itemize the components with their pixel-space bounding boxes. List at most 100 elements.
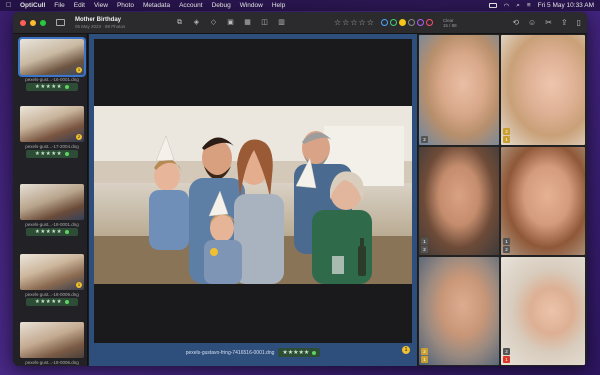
- menu-help[interactable]: Help: [272, 2, 285, 9]
- viewer-filename: pexels-gustavo-fring-7416516-0001.dng: [185, 349, 275, 356]
- zoom-button[interactable]: [40, 19, 46, 26]
- face-badge-secondary: 2: [503, 128, 510, 135]
- face-thumbnail[interactable]: 1 2: [419, 257, 499, 365]
- menu-metadata[interactable]: Metadata: [143, 2, 170, 9]
- viewer-canvas[interactable]: [94, 39, 412, 343]
- star-2-icon[interactable]: ☆: [342, 18, 349, 27]
- menu-view[interactable]: View: [94, 2, 108, 9]
- share-icon[interactable]: ⇪: [561, 18, 568, 27]
- menu-bar:  OptiCull File Edit View Photo Metadata…: [0, 0, 600, 11]
- thumbnail-item[interactable]: pexels-gust...-18-0001.dng ★★★★★: [20, 184, 84, 236]
- thumbnail-filename: pexels-gust...-18-0006.dng: [25, 360, 79, 365]
- thumbnail-image: [20, 184, 84, 220]
- apple-icon[interactable]: : [6, 2, 13, 10]
- minimize-button[interactable]: [30, 19, 36, 26]
- menu-app-name[interactable]: OptiCull: [20, 2, 45, 9]
- toolbar: Mother Birthday 05 May 2023 · 88 Photos …: [13, 12, 587, 34]
- face-thumbnail[interactable]: 2: [419, 35, 499, 145]
- menu-photo[interactable]: Photo: [117, 2, 134, 9]
- face-badge-secondary: 2: [503, 348, 510, 355]
- compare-icon[interactable]: ◫: [260, 19, 269, 27]
- wifi-icon[interactable]: ◠: [504, 2, 510, 10]
- gray-label-icon[interactable]: [407, 19, 415, 26]
- menu-file[interactable]: File: [54, 2, 64, 9]
- green-label-icon: [312, 350, 317, 355]
- rating-stars: ★★★★★: [34, 229, 63, 235]
- star-5-icon[interactable]: ☆: [367, 18, 374, 27]
- yellow-label-icon[interactable]: [398, 19, 406, 26]
- thumbnail-image: 2: [20, 106, 84, 142]
- face-badge: 2: [421, 246, 428, 253]
- rating-stars: ★★★★★: [282, 350, 310, 356]
- thumbnail-filename: pexels-gust...-18-0009.dng: [25, 292, 79, 297]
- star-4-icon[interactable]: ☆: [359, 18, 366, 27]
- photo-count: 15 / 88: [442, 22, 457, 28]
- thumbnail-rating[interactable]: ★★★★★: [26, 298, 78, 306]
- face-badge: 2: [503, 246, 510, 253]
- menu-window[interactable]: Window: [240, 2, 263, 9]
- thumbnail-item[interactable]: pexels-gust...-18-0006.dng ★★★★★: [20, 322, 84, 366]
- green-label-icon: [65, 152, 70, 156]
- face-badge: 1: [503, 356, 510, 363]
- project-title-block: Mother Birthday 05 May 2023 · 88 Photos: [75, 17, 165, 29]
- menu-edit[interactable]: Edit: [74, 2, 85, 9]
- green-label-icon[interactable]: [389, 19, 397, 26]
- thumbnail-badge: 1: [76, 282, 82, 288]
- face-badge-secondary: 1: [421, 238, 428, 245]
- project-subtitle: 05 May 2023 · 88 Photos: [75, 23, 126, 29]
- menu-account[interactable]: Account: [179, 2, 203, 9]
- face-badge: 1: [421, 356, 428, 363]
- status-area: ◠ ⌕ ≡ Fri 5 May 10:33 AM: [482, 2, 594, 10]
- rating-stars: ★★★★★: [34, 84, 63, 90]
- main-photo[interactable]: [94, 106, 412, 284]
- split-icon[interactable]: ▥: [277, 19, 286, 27]
- layers-icon[interactable]: ◈: [192, 19, 201, 27]
- viewer-rating[interactable]: ★★★★★: [278, 348, 321, 357]
- toolbar-actions: ⟲ ☺ ✂ ⇪ ▯: [503, 18, 581, 27]
- window-controls: [20, 19, 50, 26]
- clock[interactable]: Fri 5 May 10:33 AM: [538, 2, 594, 9]
- face-thumbnail[interactable]: 1 2: [501, 35, 585, 145]
- sync-icon[interactable]: ⟲: [512, 18, 519, 27]
- family-photo-illustration: [94, 106, 412, 284]
- layers-alt-icon[interactable]: ◇: [209, 19, 218, 27]
- thumbnail-item[interactable]: 1 pexels-gust...-16-0001.dng ★★★★★: [18, 37, 86, 91]
- color-label-filter: [380, 19, 435, 26]
- control-center-icon[interactable]: ≡: [527, 2, 531, 9]
- star-1-icon[interactable]: ☆: [334, 18, 341, 27]
- battery-icon[interactable]: [488, 3, 497, 8]
- face-icon[interactable]: ☺: [528, 18, 536, 27]
- thumbnail-rating[interactable]: ★★★★★: [26, 150, 78, 158]
- thumbnail-item[interactable]: 1 pexels-gust...-18-0009.dng ★★★★★: [20, 254, 84, 306]
- view-modes: ⧉ ◈ ◇ ▣ ▦ ◫ ▥: [175, 19, 294, 27]
- face-thumbnail[interactable]: 2 1: [419, 147, 499, 255]
- face-grid: 2 1 2 2 1 2 1 1 2 1 2: [418, 34, 587, 366]
- face-thumbnail[interactable]: 1 2: [501, 257, 585, 365]
- cut-icon[interactable]: ✂: [545, 18, 552, 27]
- sidebar-toggle-icon[interactable]: [56, 19, 65, 26]
- red-label-icon[interactable]: [425, 19, 433, 26]
- thumbnail-image: 1: [20, 254, 84, 290]
- thumbnail-rating[interactable]: ★★★★★: [26, 83, 78, 91]
- menu-debug[interactable]: Debug: [212, 2, 231, 9]
- stack-icon[interactable]: ⧉: [175, 19, 184, 27]
- rating-stars: ★★★★★: [34, 299, 63, 305]
- sidebar-right-icon[interactable]: ▯: [577, 18, 581, 27]
- thumbnail-image: 1: [18, 37, 86, 77]
- thumbnail-rating[interactable]: ★★★★★: [26, 228, 78, 236]
- purple-label-icon[interactable]: [416, 19, 424, 26]
- thumbnail-item[interactable]: 2 pexels-gust...-17-2004.dng ★★★★★: [20, 106, 84, 158]
- thumbnail-badge: 1: [76, 67, 82, 73]
- grid-icon[interactable]: ▦: [243, 19, 252, 27]
- clear-filter-block: Clear 15 / 88: [443, 18, 457, 28]
- green-label-icon: [65, 85, 70, 89]
- thumbnail-image: [20, 322, 84, 358]
- close-button[interactable]: [20, 19, 26, 26]
- search-icon[interactable]: ⌕: [516, 2, 520, 10]
- face-thumbnail[interactable]: 2 1: [501, 147, 585, 255]
- star-3-icon[interactable]: ☆: [350, 18, 357, 27]
- face-badge-secondary: 1: [503, 238, 510, 245]
- image-icon[interactable]: ▣: [226, 19, 235, 27]
- blue-label-icon[interactable]: [380, 19, 388, 26]
- app-window: Mother Birthday 05 May 2023 · 88 Photos …: [13, 12, 587, 366]
